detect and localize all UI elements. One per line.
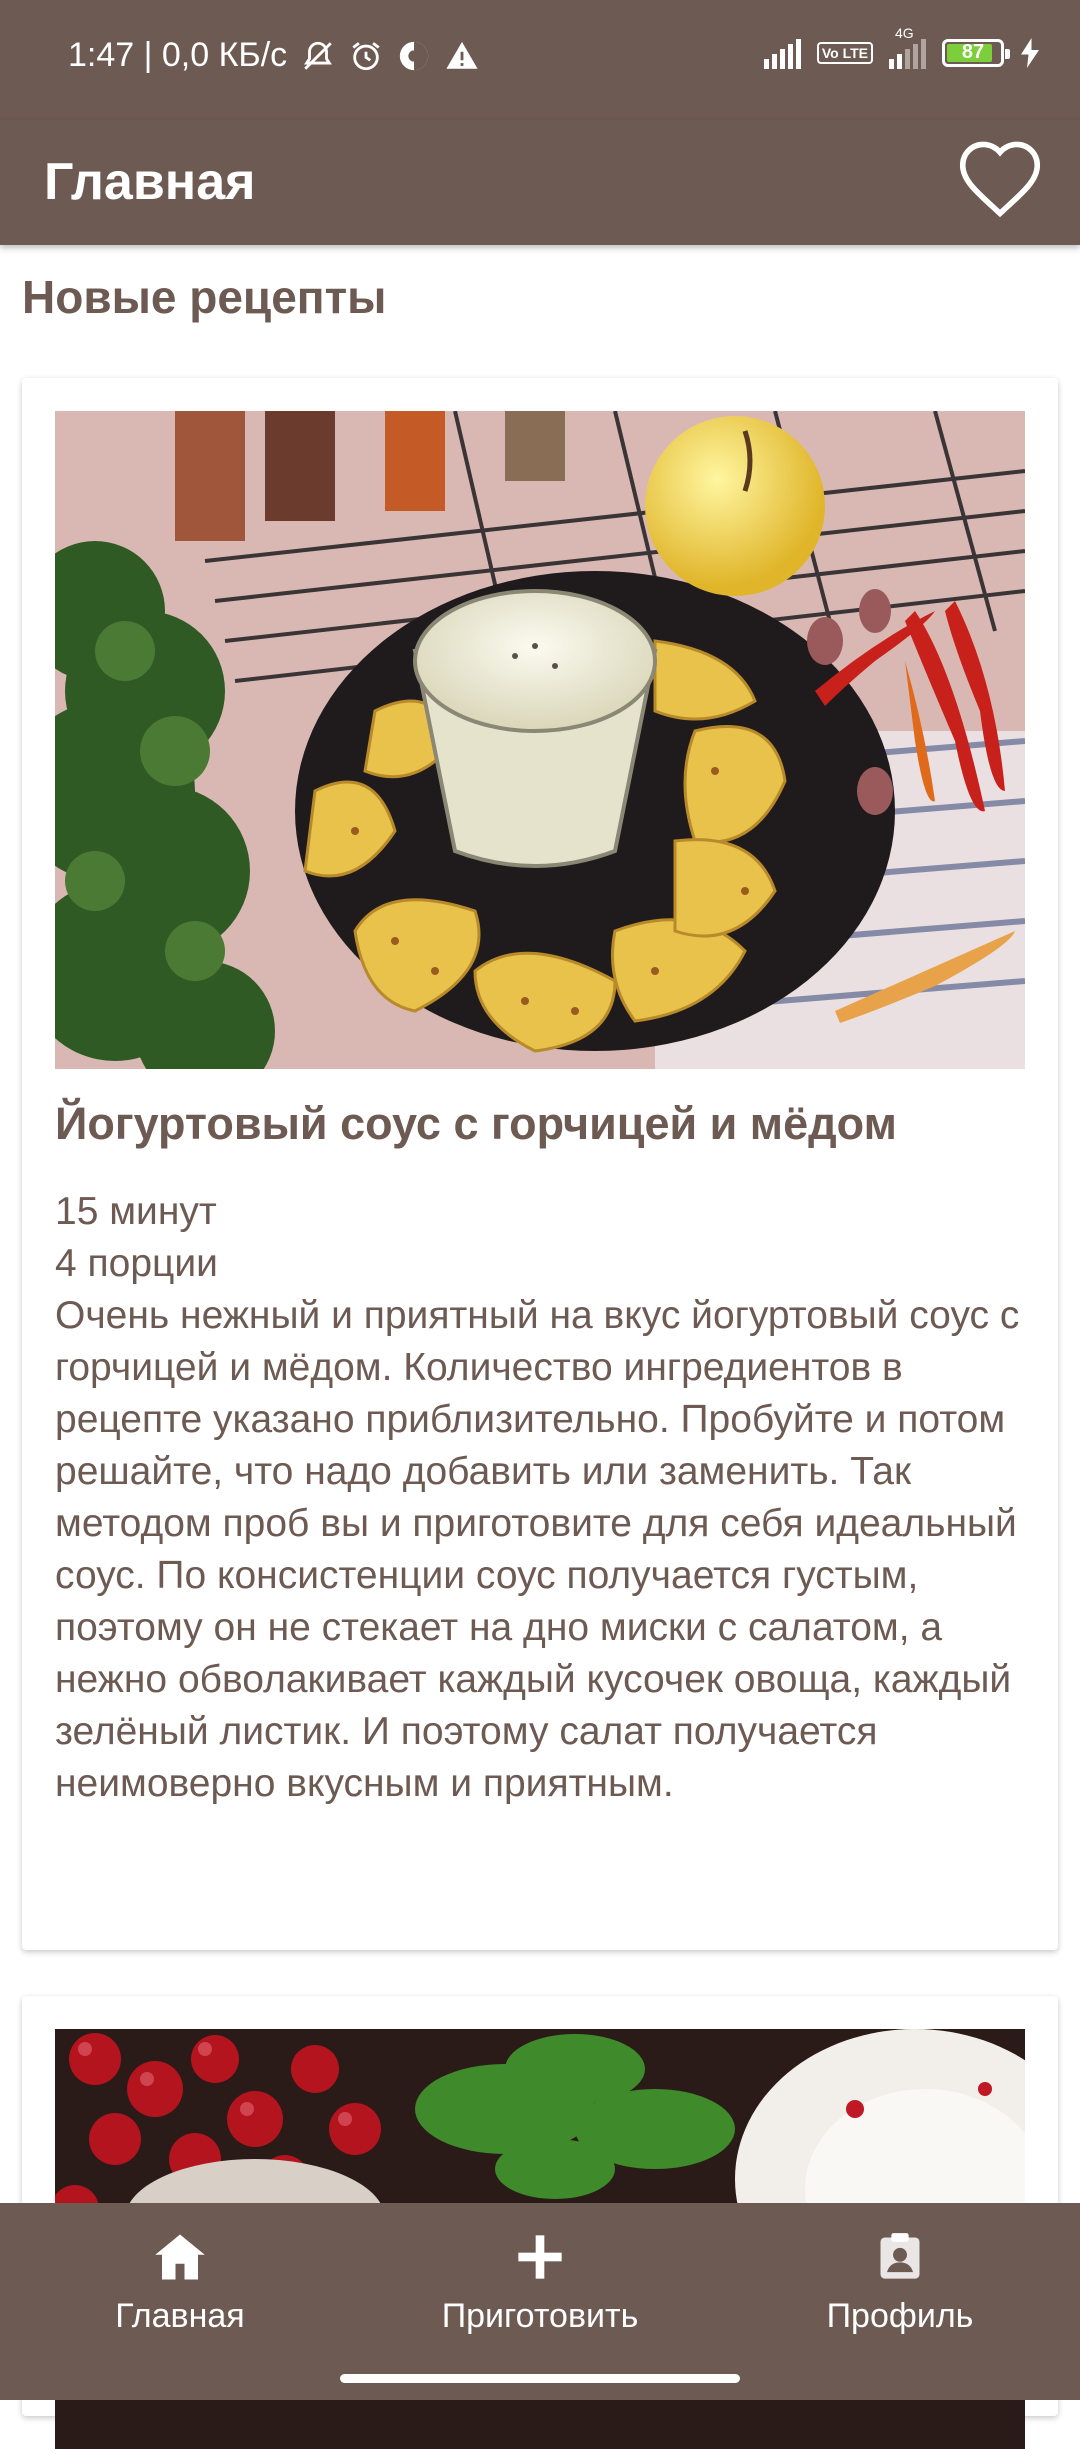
battery-level: 87	[961, 41, 985, 63]
section-title: Новые рецепты	[22, 271, 387, 323]
home-icon	[155, 2234, 205, 2280]
network-indicator: 4G	[889, 25, 926, 69]
nav-home-label: Главная	[115, 2297, 245, 2335]
recipe-image	[55, 411, 1025, 1069]
status-right: Vo LTE 4G 87	[763, 25, 1040, 70]
recipe-portions: 4 порции	[55, 1242, 218, 1285]
battery-icon: 87	[942, 39, 1010, 67]
status-time: 1:47 | 0,0 КБ/с	[68, 36, 288, 74]
bottom-navigation: Главная Приготовить Профиль	[0, 2203, 1080, 2400]
signal-strength-2-icon	[889, 37, 926, 69]
nav-profile[interactable]: Профиль	[720, 2203, 1080, 2400]
volte-badge: Vo LTE	[816, 42, 873, 64]
warning-icon	[445, 39, 479, 73]
app-bar: Главная	[0, 120, 1080, 245]
favorites-button[interactable]	[950, 128, 1050, 228]
recipe-title: Йогуртовый соус с горчицей и мёдом	[55, 1098, 897, 1149]
recipe-card[interactable]: Йогуртовый соус с горчицей и мёдом 15 ми…	[22, 378, 1058, 1950]
nav-home[interactable]: Главная	[0, 2203, 360, 2400]
mute-bell-icon	[301, 39, 335, 73]
nav-cook-label: Приготовить	[441, 2297, 639, 2335]
nav-cook[interactable]: Приготовить	[360, 2203, 720, 2400]
alarm-icon	[349, 39, 383, 73]
page-title: Главная	[44, 153, 256, 211]
data-saver-icon	[397, 39, 431, 73]
status-bar: 1:47 | 0,0 КБ/с Vo LTE 4G 87	[0, 0, 1080, 120]
recipe-description: Очень нежный и приятный на вкус йогуртов…	[55, 1294, 1020, 1805]
home-indicator[interactable]	[340, 2374, 740, 2383]
charging-icon	[1020, 36, 1040, 70]
signal-strength-icon	[763, 37, 801, 69]
network-type: 4G	[895, 25, 914, 41]
status-left: 1:47 | 0,0 КБ/с	[68, 36, 479, 75]
heart-outline-icon	[959, 141, 1041, 218]
profile-icon	[880, 2233, 920, 2279]
nav-profile-label: Профиль	[826, 2297, 974, 2335]
recipe-time: 15 минут	[55, 1190, 217, 1233]
plus-icon	[518, 2235, 562, 2279]
